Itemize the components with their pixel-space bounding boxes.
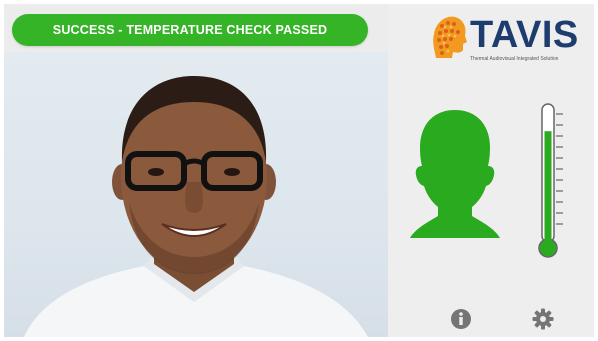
head-logo-icon [433, 16, 467, 59]
brand-logo: TAVIS Thermal Audiovisual Integrated Sol… [428, 12, 588, 66]
brand-tagline: Thermal Audiovisual Integrated Solution [470, 56, 559, 62]
person-image [24, 76, 368, 337]
status-banner: SUCCESS - TEMPERATURE CHECK PASSED [12, 14, 368, 46]
gear-icon [532, 308, 554, 330]
info-button[interactable] [450, 308, 472, 330]
head-silhouette-icon [410, 110, 500, 238]
thermometer-gauge [538, 103, 563, 258]
kiosk-screen: SUCCESS - TEMPERATURE CHECK PASSED TAVIS [4, 4, 594, 337]
camera-feed [4, 52, 388, 337]
brand-name: TAVIS [470, 14, 579, 56]
settings-button[interactable] [532, 308, 554, 330]
status-message: SUCCESS - TEMPERATURE CHECK PASSED [52, 23, 328, 37]
info-icon [451, 309, 471, 329]
side-panel: TAVIS Thermal Audiovisual Integrated Sol… [388, 4, 594, 337]
